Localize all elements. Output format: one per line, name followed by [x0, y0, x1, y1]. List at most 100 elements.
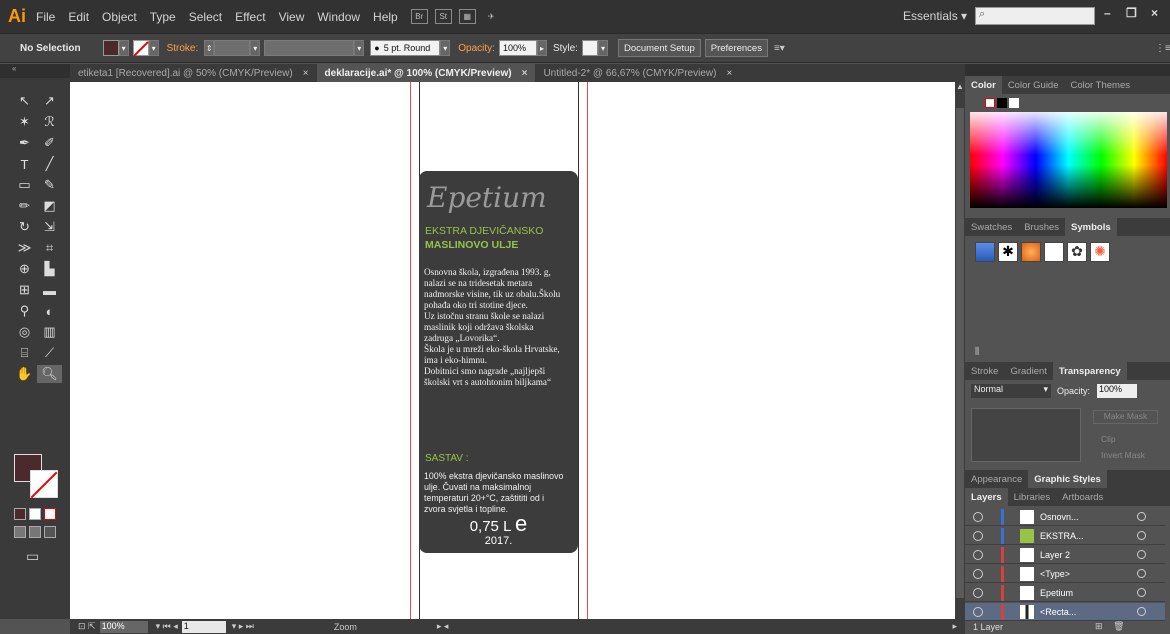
curvature-tool-icon[interactable]: ✐	[37, 134, 62, 152]
menu-effect[interactable]: Effect	[235, 10, 265, 24]
magic-wand-tool-icon[interactable]: ✶	[12, 113, 37, 131]
opacity-label[interactable]: Opacity:	[458, 43, 495, 54]
layer-row[interactable]: Layer 2	[965, 546, 1165, 564]
tab-untitled-2[interactable]: Untitled-2* @ 66,67% (CMYK/Preview) ×	[535, 68, 740, 79]
type-tool-icon[interactable]: T	[12, 155, 37, 173]
menu-help[interactable]: Help	[373, 10, 398, 24]
tab-stroke[interactable]: Stroke	[965, 366, 1004, 377]
eraser-tool-icon[interactable]: ◩	[37, 197, 62, 215]
vertical-scrollbar[interactable]: ▲	[955, 82, 965, 619]
direct-selection-tool-icon[interactable]: ↗	[37, 92, 62, 110]
artboard-nav-icon[interactable]: ⊡ ⇱	[78, 621, 96, 632]
search-input[interactable]: ⌕	[975, 7, 1095, 25]
layer-row[interactable]: EKSTRA...	[965, 527, 1165, 545]
status-arrow-icon[interactable]: ▸ ◂	[437, 621, 449, 632]
paintbrush-tool-icon[interactable]: ✎	[37, 176, 62, 194]
zoom-level-field[interactable]: 100%	[99, 620, 148, 633]
panel-menu-icon[interactable]: ⋮≡	[1155, 43, 1170, 54]
page-field[interactable]: 1	[181, 620, 226, 633]
tab-artboards[interactable]: Artboards	[1056, 492, 1109, 503]
target-icon[interactable]	[1137, 607, 1146, 616]
stock-icon[interactable]: St	[434, 9, 452, 24]
target-icon[interactable]	[1137, 569, 1146, 578]
shape-builder-tool-icon[interactable]: ⊕	[12, 260, 37, 278]
close-tab-icon[interactable]: ×	[522, 68, 528, 79]
visibility-eye-icon[interactable]	[973, 511, 983, 522]
trash-icon[interactable]: 🗑︎	[1113, 621, 1124, 631]
preferences-button[interactable]: Preferences	[704, 39, 768, 57]
page-prev-icon[interactable]: ▾ ⏮ ◂	[156, 621, 178, 632]
symbol-item[interactable]	[1021, 242, 1041, 262]
artboard-tool-icon[interactable]: ⌸	[12, 344, 37, 362]
color-mode-icon[interactable]	[14, 508, 26, 520]
make-mask-button[interactable]: Make Mask	[1093, 410, 1158, 424]
visibility-eye-icon[interactable]	[973, 530, 983, 541]
tab-libraries[interactable]: Libraries	[1008, 492, 1056, 503]
none-mode-icon[interactable]	[44, 508, 56, 520]
symbol-library-icon[interactable]: ⫼	[975, 346, 979, 357]
visibility-eye-icon[interactable]	[973, 568, 983, 579]
toolbox-collapse-icon[interactable]: «	[0, 64, 70, 78]
document-setup-button[interactable]: Document Setup	[617, 39, 701, 57]
color-spectrum[interactable]	[970, 112, 1167, 208]
tab-graphic-styles[interactable]: Graphic Styles	[1028, 470, 1107, 488]
pen-tool-icon[interactable]: ✒	[12, 134, 37, 152]
symbol-item[interactable]: ✱	[998, 242, 1018, 262]
menu-edit[interactable]: Edit	[68, 10, 89, 24]
tab-gradient[interactable]: Gradient	[1004, 366, 1052, 377]
menu-select[interactable]: Select	[189, 10, 222, 24]
close-button[interactable]: ×	[1151, 6, 1158, 20]
mesh-tool-icon[interactable]: ⊞	[12, 281, 37, 299]
stroke-dropdown[interactable]: ▾	[148, 40, 159, 56]
variable-width-profile[interactable]	[264, 40, 355, 56]
width-tool-icon[interactable]: ≫	[12, 239, 37, 257]
target-icon[interactable]	[1137, 512, 1146, 521]
draw-behind-icon[interactable]	[29, 526, 41, 538]
scale-tool-icon[interactable]: ⇲	[37, 218, 62, 236]
arrange-documents-icon[interactable]: ▦	[458, 9, 476, 24]
bridge-icon[interactable]: Br	[410, 9, 428, 24]
symbol-sprayer-tool-icon[interactable]: ◎	[12, 323, 37, 341]
fill-dropdown[interactable]: ▾	[118, 40, 129, 56]
opacity-field[interactable]: 100%	[1097, 384, 1137, 398]
close-tab-icon[interactable]: ×	[303, 68, 309, 79]
tab-appearance[interactable]: Appearance	[965, 474, 1028, 485]
opacity-field[interactable]: 100%	[498, 40, 537, 56]
tab-symbols[interactable]: Symbols	[1065, 218, 1117, 236]
page-next-icon[interactable]: ▾ ▸ ⏭	[232, 621, 254, 632]
invert-mask-checkbox[interactable]: Invert Mask	[1101, 450, 1145, 460]
stroke-weight-field[interactable]	[214, 40, 251, 56]
tab-brushes[interactable]: Brushes	[1018, 222, 1065, 233]
fill-color-swatch[interactable]	[102, 40, 119, 56]
layer-row[interactable]: Epetium	[965, 584, 1165, 602]
black-color-icon[interactable]	[997, 98, 1007, 108]
olive-oil-label[interactable]: Epetium EKSTRA DJEVIČANSKO MASLINOVO ULJ…	[419, 171, 578, 553]
target-icon[interactable]	[1137, 531, 1146, 540]
visibility-eye-icon[interactable]	[973, 587, 983, 598]
arrange-icon[interactable]: ≡▾	[774, 43, 785, 54]
stroke-label[interactable]: Stroke:	[167, 43, 199, 54]
layer-row[interactable]: <Type>	[965, 565, 1165, 583]
symbol-item[interactable]	[975, 242, 995, 262]
minimize-button[interactable]: –	[1104, 6, 1111, 20]
tab-transparency[interactable]: Transparency	[1052, 362, 1127, 380]
gradient-tool-icon[interactable]: ▬	[37, 281, 62, 299]
slice-tool-icon[interactable]: ⟋	[37, 344, 62, 362]
symbol-item[interactable]: ✺	[1090, 242, 1110, 262]
pencil-tool-icon[interactable]: ✏	[12, 197, 37, 215]
blend-mode-select[interactable]: Normal ▾	[971, 384, 1051, 398]
tab-swatches[interactable]: Swatches	[965, 222, 1018, 233]
status-mode[interactable]: Zoom	[334, 622, 357, 632]
style-dropdown[interactable]: ▾	[597, 40, 608, 56]
chart-tool-icon[interactable]: ▙	[37, 260, 62, 278]
artboard-canvas[interactable]: Epetium EKSTRA DJEVIČANSKO MASLINOVO ULJ…	[70, 82, 955, 619]
tab-layers[interactable]: Layers	[965, 488, 1008, 506]
workspace-switcher[interactable]: Essentials ▾	[903, 9, 967, 23]
visibility-eye-icon[interactable]	[973, 549, 983, 560]
visibility-eye-icon[interactable]	[973, 606, 983, 617]
hand-tool-icon[interactable]: ✋	[12, 365, 37, 383]
close-tab-icon[interactable]: ×	[726, 68, 732, 79]
selection-tool-icon[interactable]: ↖	[12, 92, 37, 110]
draw-inside-icon[interactable]	[44, 526, 56, 538]
target-icon[interactable]	[1137, 550, 1146, 559]
